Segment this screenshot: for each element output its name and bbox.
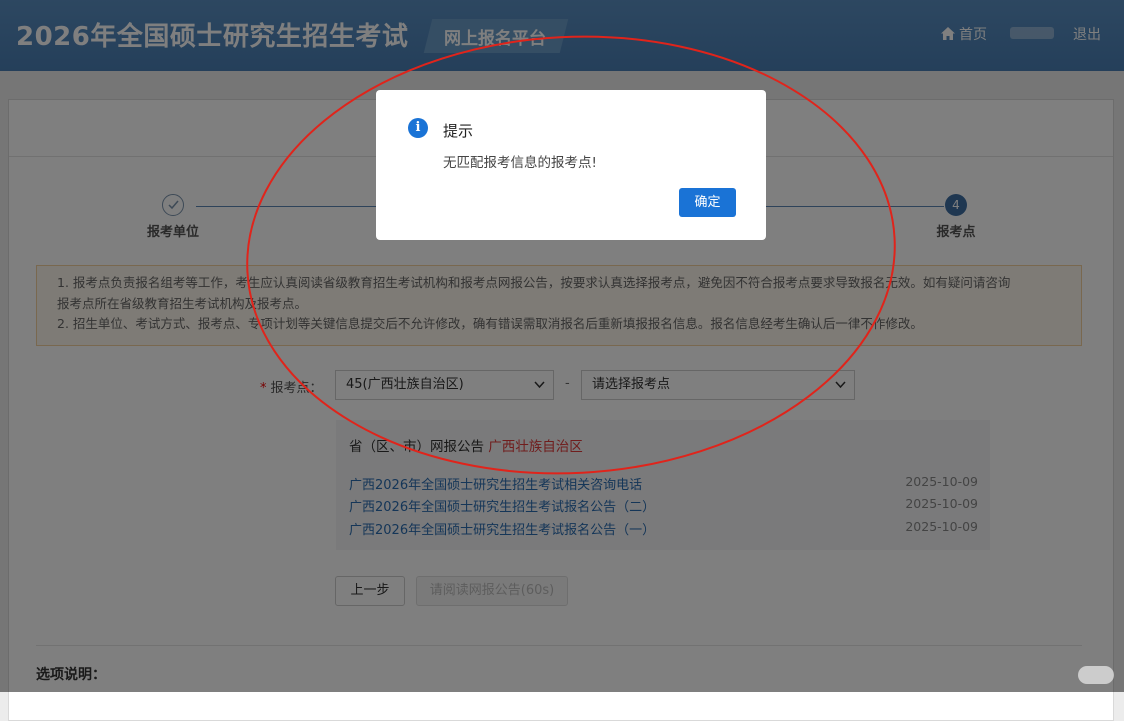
info-icon: i	[408, 118, 428, 138]
alert-dialog: i 提示 无匹配报考信息的报考点! 确定	[376, 90, 766, 240]
watermark-badge	[1078, 666, 1114, 684]
confirm-button[interactable]: 确定	[679, 188, 736, 217]
dialog-title: 提示	[443, 122, 474, 140]
dialog-message: 无匹配报考信息的报考点!	[443, 155, 597, 171]
